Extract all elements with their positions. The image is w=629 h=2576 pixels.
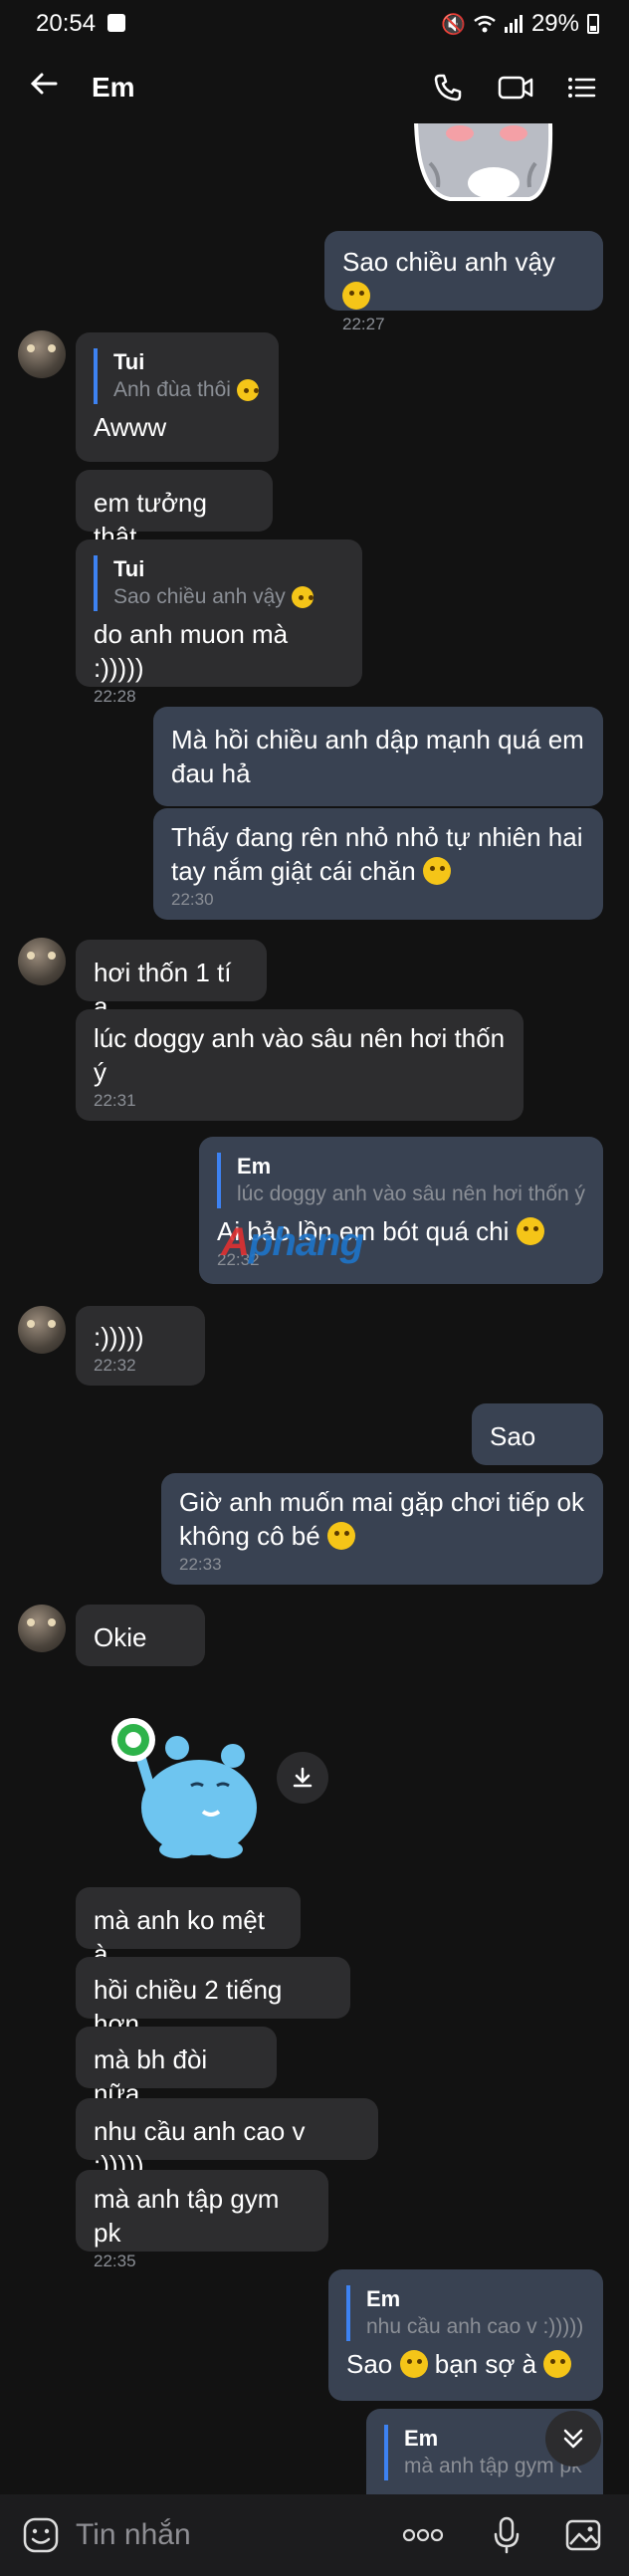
wink-emoji-icon xyxy=(399,2350,428,2378)
message-text: Thấy đang rên nhỏ nhỏ tự nhiên hai tay n… xyxy=(171,822,583,886)
wink-emoji-icon xyxy=(516,1217,544,1245)
double-chevron-down-icon xyxy=(563,2429,583,2449)
sticker-cat-image[interactable] xyxy=(410,102,557,203)
quote-sender: Em xyxy=(237,1154,272,1179)
wink-emoji-icon xyxy=(326,1522,355,1550)
quoted-reply[interactable]: Em lúc doggy anh vào sâu nên hơi thốn ý xyxy=(217,1153,585,1208)
watermark-logo: Aphang xyxy=(221,1220,364,1264)
message-bubble-incoming[interactable]: hồi chiều 2 tiếng hơn xyxy=(76,1957,350,2039)
message-bubble-outgoing[interactable]: Sao xyxy=(472,1403,603,1465)
message-time: 22:27 xyxy=(342,315,385,333)
message-bubble-incoming[interactable]: Tui Sao chiều anh vậy do anh muon mà :))… xyxy=(76,539,362,706)
message-time: 22:33 xyxy=(179,1555,222,1574)
message-time: 22:35 xyxy=(94,2252,136,2270)
battery-percent: 29% xyxy=(530,10,579,37)
wink-emoji-icon xyxy=(342,282,370,310)
wink-emoji-icon xyxy=(422,857,451,885)
status-right: 🔇 29% xyxy=(441,10,599,38)
message-bubble-incoming[interactable]: mà anh tập gym pk 22:35 xyxy=(76,2170,328,2270)
message-text: :))))) xyxy=(94,1322,144,1352)
message-bubble-incoming[interactable]: :))))) 22:32 xyxy=(76,1306,205,1386)
quote-sender: Tui xyxy=(113,556,145,581)
message-bubble-incoming[interactable]: nhu cầu anh cao v :))))) xyxy=(76,2098,378,2180)
message-input[interactable]: Tin nhắn xyxy=(76,2518,191,2552)
avatar[interactable] xyxy=(18,1306,66,1354)
quote-text: lúc doggy anh vào sâu nên hơi thốn ý xyxy=(237,1182,586,1205)
message-bubble-outgoing[interactable]: Giờ anh muốn mai gặp chơi tiếp ok không … xyxy=(161,1473,603,1585)
message-text: bạn sợ à xyxy=(434,2349,537,2379)
message-bubble-outgoing[interactable]: Mà hồi chiều anh dập mạnh quá em đau hả xyxy=(153,707,603,806)
gallery-notification-icon xyxy=(107,14,125,32)
quote-sender: Em xyxy=(366,2286,401,2311)
microphone-icon[interactable] xyxy=(486,2514,527,2556)
quoted-reply[interactable]: Em nhu cầu anh cao v :))))) xyxy=(346,2285,585,2341)
message-time: 22:32 xyxy=(94,1356,136,1375)
message-bubble-outgoing[interactable]: Em nhu cầu anh cao v :))))) Sao bạn sợ à xyxy=(328,2269,603,2401)
wifi-icon xyxy=(474,15,496,33)
menu-list-icon[interactable] xyxy=(561,68,601,107)
video-call-icon[interactable] xyxy=(496,68,535,107)
message-bubble-outgoing[interactable]: Sao chiều anh vậy 22:27 xyxy=(324,231,603,333)
message-bubble-outgoing[interactable]: Thấy đang rên nhỏ nhỏ tự nhiên hai tay n… xyxy=(153,808,603,920)
mute-icon: 🔇 xyxy=(441,13,466,36)
message-text: Giờ anh muốn mai gặp chơi tiếp ok không … xyxy=(179,1487,584,1551)
more-options-icon[interactable] xyxy=(402,2514,444,2556)
message-text: Mà hồi chiều anh dập mạnh quá em đau hả xyxy=(171,725,584,788)
message-text: mà anh tập gym pk xyxy=(94,2184,280,2248)
message-text: Okie xyxy=(94,1622,147,1652)
message-input-bar: Tin nhắn xyxy=(0,2494,629,2576)
wink-emoji-icon xyxy=(291,586,314,608)
message-bubble-incoming[interactable]: hơi thốn 1 tí ạ xyxy=(76,940,267,1021)
emoji-icon[interactable] xyxy=(20,2514,62,2556)
message-text: Sao xyxy=(490,1421,536,1451)
quote-text: nhu cầu anh cao v :))))) xyxy=(366,2315,584,2338)
avatar[interactable] xyxy=(18,938,66,985)
contact-name[interactable]: Em xyxy=(92,72,135,104)
wink-emoji-icon xyxy=(543,2350,572,2378)
quoted-reply[interactable]: Tui Anh đùa thôi xyxy=(94,348,261,404)
message-text: Sao xyxy=(346,2349,393,2379)
message-bubble-incoming[interactable]: mà anh ko mệt à xyxy=(76,1887,301,1969)
status-time: 20:54 xyxy=(36,10,97,37)
avatar[interactable] xyxy=(18,1605,66,1652)
avatar[interactable] xyxy=(18,330,66,378)
scroll-to-bottom-button[interactable] xyxy=(545,2411,601,2467)
message-bubble-incoming[interactable]: em tưởng thật xyxy=(76,470,273,551)
back-arrow-icon[interactable] xyxy=(28,68,68,107)
message-text: Awww xyxy=(94,412,167,442)
signal-icon xyxy=(504,15,523,33)
message-time: 22:31 xyxy=(94,1091,136,1110)
message-time: 22:28 xyxy=(94,687,136,706)
quoted-reply[interactable]: Tui Sao chiều anh vậy xyxy=(94,555,344,611)
message-time: 22:30 xyxy=(171,890,214,909)
wink-emoji-icon xyxy=(236,379,259,401)
chat-header: Em xyxy=(0,50,629,123)
quote-text: Anh đùa thôi xyxy=(113,378,231,401)
battery-icon xyxy=(587,14,599,34)
message-bubble-incoming[interactable]: mà bh đòi nữa xyxy=(76,2027,277,2108)
status-bar: 20:54 🔇 29% xyxy=(0,0,629,50)
message-text: do anh muon mà :))))) xyxy=(94,619,289,683)
message-bubble-incoming[interactable]: lúc doggy anh vào sâu nên hơi thốn ý 22:… xyxy=(76,1009,524,1121)
sticker-bear-image[interactable] xyxy=(107,1716,267,1865)
message-text: Sao chiều anh vậy xyxy=(342,247,555,277)
gallery-image-icon[interactable] xyxy=(563,2514,605,2556)
message-bubble-incoming[interactable]: Okie xyxy=(76,1605,205,1666)
download-icon[interactable] xyxy=(277,1752,328,1804)
message-text: lúc doggy anh vào sâu nên hơi thốn ý xyxy=(94,1023,506,1087)
message-bubble-incoming[interactable]: Tui Anh đùa thôi Awww xyxy=(76,332,279,462)
phone-call-icon[interactable] xyxy=(428,68,468,107)
quote-text: Sao chiều anh vậy xyxy=(113,585,286,608)
quote-sender: Tui xyxy=(113,349,145,374)
